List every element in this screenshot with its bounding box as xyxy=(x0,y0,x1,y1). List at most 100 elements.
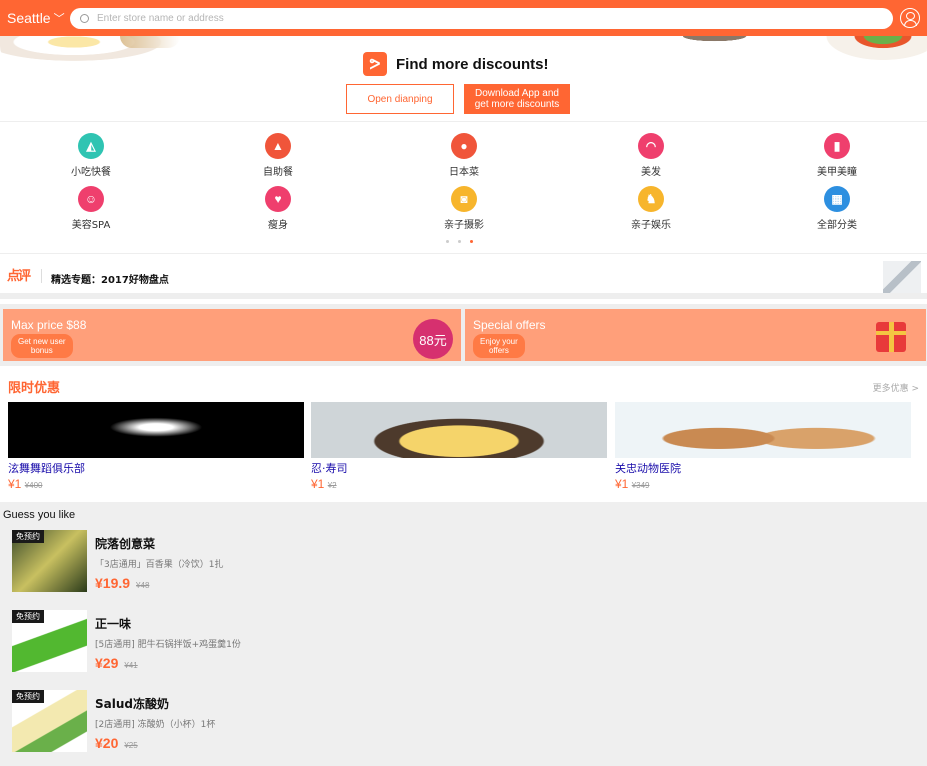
max-price-promo[interactable]: Max price $88 Get new user bonus 88元 xyxy=(3,309,461,361)
top-bar: Seattle ﹀ xyxy=(0,0,927,36)
deal-card[interactable]: 忍·寿司 ¥1 ¥2 xyxy=(311,402,607,491)
gift-box-icon xyxy=(876,322,906,352)
slimming-icon: ♥ xyxy=(265,186,291,212)
promo-button-line1: Get new user xyxy=(18,337,66,346)
promo-button-line1: Enjoy your xyxy=(480,337,518,346)
deal-price: ¥1 ¥400 xyxy=(8,477,304,491)
deal-name: 关忠动物医院 xyxy=(615,462,681,475)
rocking-horse-icon: ♞ xyxy=(638,186,664,212)
special-offers-promo[interactable]: Special offers Enjoy your offers xyxy=(465,309,926,361)
promo-button-line2: offers xyxy=(488,346,509,355)
section-heading: 限时优惠 xyxy=(8,381,61,396)
topic-thumbnail xyxy=(883,261,921,293)
item-price: ¥19.9 ¥48 xyxy=(95,575,149,591)
carousel-dot[interactable] xyxy=(446,240,449,243)
category-label: 瘦身 xyxy=(268,220,288,231)
promo-title: Special offers xyxy=(473,318,546,332)
no-reservation-badge: 免预约 xyxy=(12,610,44,623)
japanese-food-icon: ● xyxy=(451,133,477,159)
88-yuan-badge: 88元 xyxy=(413,319,453,359)
featured-topic-bar[interactable]: 点评 精选专题：2017好物盘点 xyxy=(0,255,927,299)
category-item[interactable]: ● 日本菜 xyxy=(414,133,514,178)
headline-text: Find more discounts! xyxy=(396,55,549,73)
category-item[interactable]: ♥ 瘦身 xyxy=(228,186,328,231)
promo-cards: Max price $88 Get new user bonus 88元 Spec… xyxy=(0,304,927,366)
more-offers-label: 更多优惠 xyxy=(872,384,909,394)
promo-title: Max price $88 xyxy=(11,318,87,332)
deal-card[interactable]: 关忠动物医院 ¥1 ¥349 xyxy=(615,402,911,491)
enjoy-offers-button[interactable]: Enjoy your offers xyxy=(473,334,525,358)
deal-name: 泫舞舞蹈俱乐部 xyxy=(8,462,85,475)
city-selector[interactable]: Seattle ﹀ xyxy=(0,10,70,26)
category-label: 亲子娱乐 xyxy=(631,220,671,231)
category-item[interactable]: ▮ 美甲美瞳 xyxy=(787,133,887,178)
promo-headline: ᕗ Find more discounts! xyxy=(363,52,549,76)
carousel-dot[interactable] xyxy=(458,240,461,243)
new-user-bonus-button[interactable]: Get new user bonus xyxy=(11,334,73,358)
deal-image xyxy=(311,402,607,458)
search-input[interactable] xyxy=(97,12,877,24)
carousel-dot-active[interactable] xyxy=(470,240,473,243)
deal-price: ¥1 ¥2 xyxy=(311,477,607,491)
city-label: Seattle xyxy=(7,10,51,26)
limited-offers-section: 限时优惠 更多优惠 > 泫舞舞蹈俱乐部 ¥1 ¥400 忍·寿司 ¥1 ¥2 关… xyxy=(0,371,927,501)
promo-button-line2: bonus xyxy=(30,346,53,355)
chevron-right-icon: > xyxy=(911,384,919,394)
app-promo-banner: ᕗ Find more discounts! Open dianping Dow… xyxy=(0,36,927,122)
item-original-price: ¥41 xyxy=(124,661,138,670)
deal-card[interactable]: 泫舞舞蹈俱乐部 ¥1 ¥400 xyxy=(8,402,304,491)
download-app-button[interactable]: Download App and get more discounts xyxy=(464,84,570,114)
category-label: 美容SPA xyxy=(71,220,111,231)
deal-original-price: ¥400 xyxy=(24,481,43,490)
chevron-down-icon: ﹀ xyxy=(53,13,65,25)
search-box[interactable] xyxy=(70,7,893,29)
deal-original-price: ¥2 xyxy=(327,481,337,490)
deal-image xyxy=(615,402,911,458)
deal-price-value: ¥1 xyxy=(311,477,325,491)
category-label: 全部分类 xyxy=(817,220,857,231)
dianping-brand-logo: 点评 xyxy=(7,269,31,284)
category-item[interactable]: ◭ 小吃快餐 xyxy=(41,133,141,178)
food-image-right xyxy=(817,36,927,64)
user-icon[interactable] xyxy=(900,8,920,28)
deal-price-value: ¥1 xyxy=(615,477,629,491)
item-original-price: ¥48 xyxy=(136,581,150,590)
category-label: 日本菜 xyxy=(449,167,479,178)
download-button-line2: get more discounts xyxy=(474,99,560,110)
item-name: Salud冻酸奶 xyxy=(95,697,169,711)
category-item[interactable]: ◙ 亲子摄影 xyxy=(414,186,514,231)
open-dianping-button[interactable]: Open dianping xyxy=(346,84,454,114)
item-price-value: ¥19.9 xyxy=(95,575,131,591)
item-description: [2店通用] 冻酸奶（小杯）1杯 xyxy=(95,720,216,730)
category-item[interactable]: ▦ 全部分类 xyxy=(787,186,887,231)
item-description: 「3店通用」百香果（冷饮）1扎 xyxy=(95,560,224,570)
item-price: ¥20 ¥25 xyxy=(95,735,138,751)
item-price-value: ¥29 xyxy=(95,655,119,671)
no-reservation-badge: 免预约 xyxy=(12,530,44,543)
item-description: [5店通用] 肥牛石锅拌饭+鸡蛋羹1份 xyxy=(95,640,241,650)
guess-you-like-section: Guess you like 免预约 院落创意菜 「3店通用」百香果（冷饮）1扎… xyxy=(0,502,927,766)
category-label: 自助餐 xyxy=(263,167,293,178)
category-item[interactable]: ☺ 美容SPA xyxy=(41,186,141,231)
category-label: 亲子摄影 xyxy=(444,220,484,231)
list-item[interactable]: 免预约 Salud冻酸奶 [2店通用] 冻酸奶（小杯）1杯 ¥20 ¥25 xyxy=(12,690,912,754)
deal-name: 忍·寿司 xyxy=(311,462,348,475)
category-item[interactable]: ▲ 自助餐 xyxy=(228,133,328,178)
item-original-price: ¥25 xyxy=(124,741,138,750)
item-name: 院落创意菜 xyxy=(95,537,156,551)
deal-price: ¥1 ¥349 xyxy=(615,477,911,491)
divider xyxy=(41,269,42,283)
deal-price-value: ¥1 xyxy=(8,477,22,491)
list-item[interactable]: 免预约 院落创意菜 「3店通用」百香果（冷饮）1扎 ¥19.9 ¥48 xyxy=(12,530,912,594)
carousel-dots[interactable] xyxy=(446,240,473,243)
category-item[interactable]: ♞ 亲子娱乐 xyxy=(601,186,701,231)
item-price-value: ¥20 xyxy=(95,735,119,751)
deal-image xyxy=(8,402,304,458)
all-categories-icon: ▦ xyxy=(824,186,850,212)
more-offers-link[interactable]: 更多优惠 > xyxy=(873,381,919,394)
category-item[interactable]: ◠ 美发 xyxy=(601,133,701,178)
category-label: 小吃快餐 xyxy=(71,167,111,178)
camera-icon: ◙ xyxy=(451,186,477,212)
category-label: 美发 xyxy=(641,167,661,178)
list-item[interactable]: 免预约 正一味 [5店通用] 肥牛石锅拌饭+鸡蛋羹1份 ¥29 ¥41 xyxy=(12,610,912,674)
